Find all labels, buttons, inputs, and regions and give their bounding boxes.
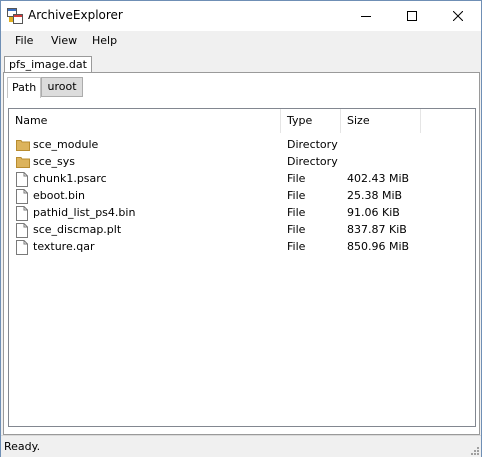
path-label: Path: [7, 77, 42, 98]
table-row[interactable]: sce_discmap.plt File 837.87 KiB: [9, 222, 475, 239]
cell-name: eboot.bin: [33, 189, 86, 202]
cell-size: 850.96 MiB: [347, 240, 410, 253]
app-window: ArchiveExplorer File View Help pfs_image…: [0, 0, 482, 457]
status-text: Ready.: [4, 440, 41, 453]
table-row[interactable]: sce_module Directory: [9, 137, 475, 154]
table-row[interactable]: pathid_list_ps4.bin File 91.06 KiB: [9, 205, 475, 222]
file-icon: [16, 206, 30, 221]
file-icon: [16, 189, 30, 204]
column-header-type[interactable]: Type: [281, 109, 341, 133]
cell-type: File: [287, 206, 306, 219]
cell-size: 91.06 KiB: [347, 206, 400, 219]
cell-type: File: [287, 189, 306, 202]
menu-file[interactable]: File: [15, 34, 33, 47]
cell-name: sce_module: [33, 138, 99, 151]
table-row[interactable]: sce_sys Directory: [9, 154, 475, 171]
maximize-button[interactable]: [389, 1, 435, 31]
tab-panel: Path uroot Name Type Size sce_module Dire…: [3, 72, 480, 435]
file-list[interactable]: Name Type Size sce_module Directory sce_sy…: [8, 108, 476, 427]
file-icon: [16, 240, 30, 255]
menu-view[interactable]: View: [51, 34, 77, 47]
tab-pfs-image[interactable]: pfs_image.dat: [4, 56, 92, 73]
close-icon: [453, 11, 463, 21]
cell-type: Directory: [287, 155, 338, 168]
cell-size: 25.38 MiB: [347, 189, 403, 202]
cell-size: 402.43 MiB: [347, 172, 410, 185]
file-icon: [16, 172, 30, 187]
column-header-size[interactable]: Size: [341, 109, 421, 133]
menu-help[interactable]: Help: [92, 34, 117, 47]
path-uroot-button[interactable]: uroot: [41, 77, 83, 97]
close-button[interactable]: [435, 1, 481, 31]
cell-type: File: [287, 223, 306, 236]
folder-icon: [16, 155, 30, 170]
title-bar[interactable]: ArchiveExplorer: [1, 1, 481, 31]
cell-type: Directory: [287, 138, 338, 151]
resize-grip-icon[interactable]: [469, 445, 479, 455]
cell-name: sce_discmap.plt: [33, 223, 122, 236]
minimize-button[interactable]: [343, 1, 389, 31]
table-row[interactable]: texture.qar File 850.96 MiB: [9, 239, 475, 256]
menu-bar: File View Help: [1, 31, 481, 51]
status-bar: Ready.: [1, 435, 481, 457]
window-title: ArchiveExplorer: [28, 8, 123, 22]
cell-name: sce_sys: [33, 155, 76, 168]
cell-name: texture.qar: [33, 240, 95, 253]
cell-name: pathid_list_ps4.bin: [33, 206, 136, 219]
cell-size: 837.87 KiB: [347, 223, 407, 236]
table-row[interactable]: eboot.bin File 25.38 MiB: [9, 188, 475, 205]
table-row[interactable]: chunk1.psarc File 402.43 MiB: [9, 171, 475, 188]
app-icon: [7, 8, 23, 24]
folder-icon: [16, 138, 30, 153]
maximize-icon: [407, 11, 417, 21]
cell-type: File: [287, 240, 306, 253]
file-icon: [16, 223, 30, 238]
cell-type: File: [287, 172, 306, 185]
minimize-icon: [361, 16, 371, 17]
column-header-name[interactable]: Name: [9, 109, 281, 133]
cell-name: chunk1.psarc: [33, 172, 107, 185]
